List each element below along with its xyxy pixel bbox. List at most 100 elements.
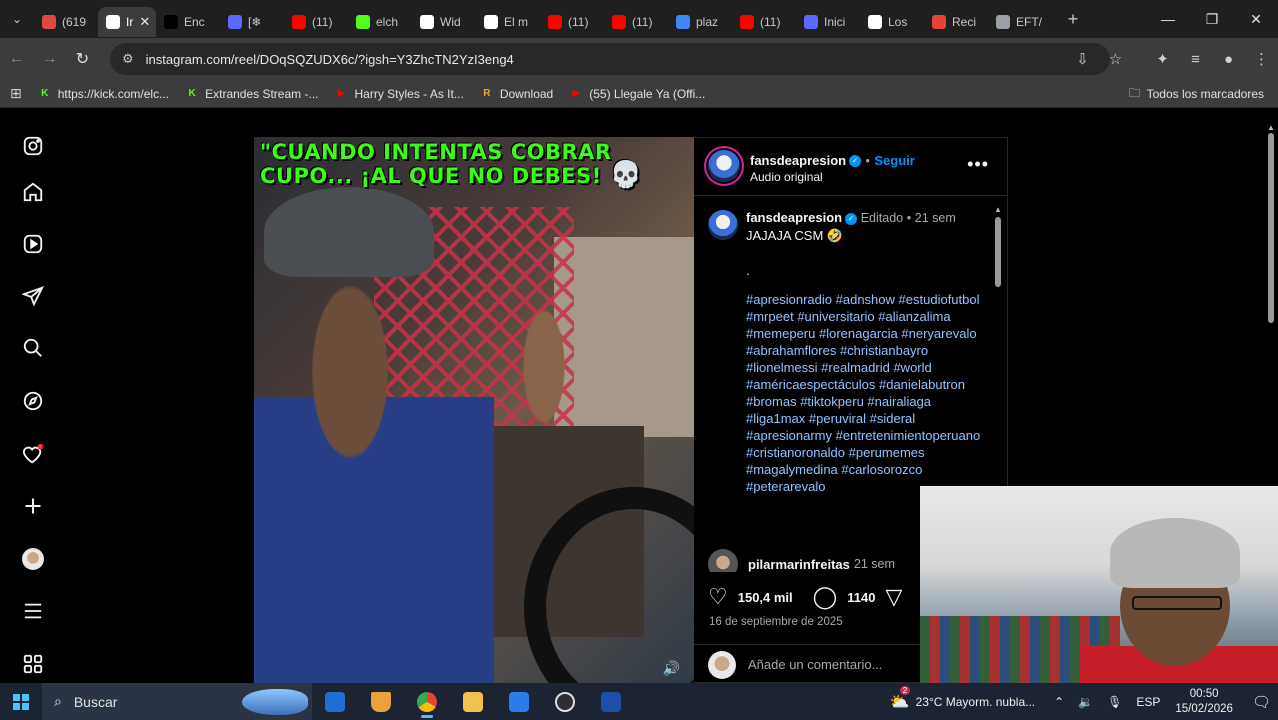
more-options-icon[interactable]: ••• — [967, 154, 989, 175]
taskbar-app-store[interactable] — [496, 683, 542, 720]
audio-link[interactable]: Audio original — [750, 170, 915, 184]
search-icon[interactable] — [18, 333, 48, 363]
comments-scroll-thumb[interactable] — [995, 217, 1001, 287]
all-bookmarks-button[interactable]: 🗀 Todos los marcadores — [1129, 80, 1264, 108]
hashtag-link[interactable]: #bromas — [746, 394, 797, 409]
second-comment-username[interactable]: pilarmarinfreitas — [748, 557, 850, 572]
hashtag-link[interactable]: #danielabutron — [879, 377, 965, 392]
hashtag-link[interactable]: #memeperu — [746, 326, 815, 341]
menu-icon[interactable]: ⋮ — [1245, 50, 1278, 68]
taskbar-app-explorer[interactable] — [450, 683, 496, 720]
notifications-icon[interactable]: 🗨 — [1252, 693, 1271, 711]
new-tab-button[interactable]: + — [1058, 9, 1088, 30]
more-menu-icon[interactable] — [18, 596, 48, 626]
hashtag-link[interactable]: #liga1max — [746, 411, 805, 426]
reels-icon[interactable] — [18, 229, 48, 259]
install-app-icon[interactable]: ⇩ — [1066, 50, 1099, 68]
media-control-icon[interactable]: ≡ — [1179, 51, 1212, 68]
hashtag-link[interactable]: #world — [893, 360, 931, 375]
direct-messages-icon[interactable] — [18, 281, 48, 311]
taskbar-app-trophy[interactable] — [358, 683, 404, 720]
home-icon[interactable] — [18, 177, 48, 207]
browser-tab[interactable]: Los — [860, 7, 924, 37]
taskbar-clock[interactable]: 00:50 15/02/2026 — [1175, 687, 1233, 717]
hashtag-link[interactable]: #realmadrid — [821, 360, 890, 375]
address-bar[interactable]: ⚙ instagram.com/reel/DOqSQZUDX6c/?igsh=Y… — [110, 43, 1110, 75]
tab-search-button[interactable]: ⌄ — [0, 0, 34, 38]
browser-tab[interactable]: (11) — [540, 7, 604, 37]
tab-close-icon[interactable]: ✕ — [139, 14, 150, 30]
tray-overflow-chevron-icon[interactable]: ⌃ — [1054, 695, 1064, 709]
instagram-logo-icon[interactable] — [18, 131, 48, 161]
bookmark-item[interactable]: R Download — [480, 87, 553, 101]
browser-tab[interactable]: (11) — [604, 7, 668, 37]
hashtag-link[interactable]: #entretenimientoperuano — [836, 428, 981, 443]
weather-widget[interactable]: ⛅ 2 23°C Mayorm. nubla... — [890, 685, 1035, 712]
hashtag-link[interactable]: #cristianoronaldo — [746, 445, 845, 460]
profile-avatar-icon[interactable] — [18, 544, 48, 574]
author-avatar[interactable] — [708, 150, 740, 182]
browser-tab[interactable]: El m — [476, 7, 540, 37]
minimize-icon[interactable]: — — [1146, 0, 1190, 38]
hashtag-link[interactable]: #sideral — [870, 411, 916, 426]
hashtag-link[interactable]: #adnshow — [836, 292, 895, 307]
hashtag-link[interactable]: #universitario — [797, 309, 874, 324]
bookmark-item[interactable]: ▶ Harry Styles - As It... — [334, 87, 464, 101]
also-from-meta-icon[interactable] — [18, 649, 48, 679]
page-scroll-up-icon[interactable]: ▲ — [1267, 123, 1275, 132]
hashtag-link[interactable]: #tiktokperu — [800, 394, 864, 409]
like-heart-icon[interactable]: ♡ — [708, 584, 728, 610]
share-icon[interactable]: ▽ — [886, 584, 903, 610]
extensions-icon[interactable]: ✦ — [1146, 50, 1179, 68]
hashtag-link[interactable]: #carlosorozco — [841, 462, 922, 477]
hashtag-link[interactable]: #apresionarmy — [746, 428, 832, 443]
hashtag-link[interactable]: #abrahamflores — [746, 343, 836, 358]
browser-tab[interactable]: plaz — [668, 7, 732, 37]
second-comment-avatar[interactable] — [708, 549, 738, 572]
hashtag-link[interactable]: #nairaliaga — [867, 394, 931, 409]
profile-avatar[interactable]: ● — [1212, 51, 1245, 68]
browser-tab[interactable]: EFT/ — [988, 7, 1052, 37]
hashtag-link[interactable]: #apresionradio — [746, 292, 832, 307]
hashtag-link[interactable]: #peruviral — [809, 411, 866, 426]
forward-icon[interactable]: → — [33, 50, 66, 68]
hashtag-link[interactable]: #perumemes — [849, 445, 925, 460]
browser-tab[interactable]: (619 — [34, 7, 98, 37]
taskbar-search[interactable]: ⌕ Buscar — [42, 683, 312, 720]
restore-icon[interactable]: ❐ — [1190, 0, 1234, 38]
browser-tab[interactable]: Ir ✕ — [98, 7, 156, 37]
microphone-icon[interactable]: 🎙 — [1107, 695, 1122, 709]
bookmark-item[interactable]: K Extrandes Stream -... — [185, 87, 318, 101]
create-plus-icon[interactable] — [18, 491, 48, 521]
start-button[interactable] — [0, 683, 42, 720]
speaker-icon[interactable]: 🔉 — [1078, 695, 1093, 709]
close-icon[interactable]: ✕ — [1234, 0, 1278, 38]
hashtag-link[interactable]: #mrpeet — [746, 309, 794, 324]
browser-tab[interactable]: (11) — [732, 7, 796, 37]
author-username[interactable]: fansdeapresion — [750, 153, 846, 168]
reel-video[interactable]: "CUANDO INTENTAS COBRAR CUPO... ¡AL QUE … — [254, 137, 694, 683]
back-icon[interactable]: ← — [0, 50, 33, 68]
taskbar-app-bluetooth-tool[interactable] — [588, 683, 634, 720]
hashtag-link[interactable]: #lionelmessi — [746, 360, 818, 375]
reload-icon[interactable]: ↻ — [66, 49, 99, 69]
hashtag-link[interactable]: #alianzalima — [878, 309, 950, 324]
follow-button[interactable]: Seguir — [874, 153, 914, 168]
caption-author-avatar[interactable] — [708, 210, 738, 240]
page-scroll-thumb[interactable] — [1268, 133, 1274, 323]
explore-icon[interactable] — [18, 386, 48, 416]
browser-tab[interactable]: elch — [348, 7, 412, 37]
hashtag-link[interactable]: #magalymedina — [746, 462, 838, 477]
caption-username[interactable]: fansdeapresion — [746, 210, 842, 225]
hashtag-link[interactable]: #américaespectáculos — [746, 377, 875, 392]
input-language[interactable]: ESP — [1136, 695, 1160, 709]
taskbar-app-obs[interactable] — [542, 683, 588, 720]
add-comment-input[interactable]: Añade un comentario... — [748, 657, 882, 672]
notifications-heart-icon[interactable] — [18, 439, 48, 469]
taskbar-app-chrome[interactable] — [404, 683, 450, 720]
browser-tab[interactable]: Wid — [412, 7, 476, 37]
volume-icon[interactable]: 🔊 — [663, 660, 680, 677]
browser-tab[interactable]: Enc — [156, 7, 220, 37]
browser-tab[interactable]: Inici — [796, 7, 860, 37]
hashtag-link[interactable]: #lorenagarcia — [819, 326, 898, 341]
